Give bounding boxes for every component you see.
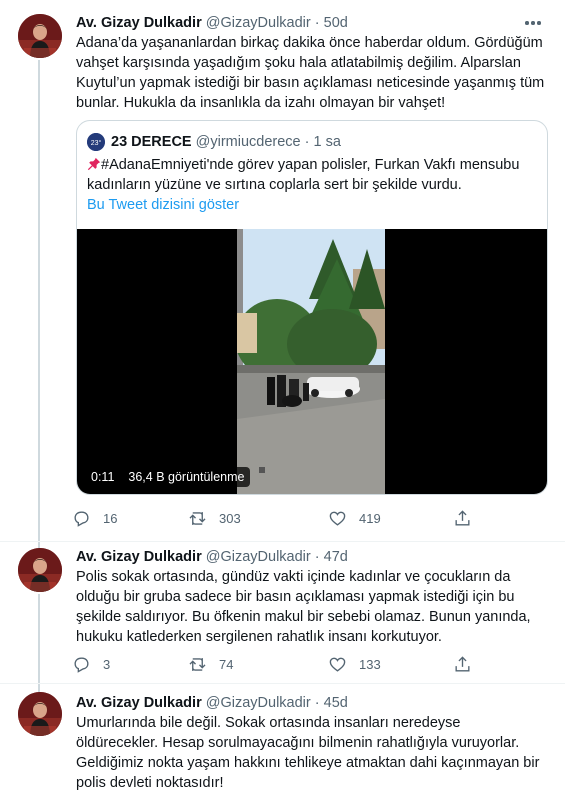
quoted-tweet[interactable]: 23° 23 DERECE @yirmiucderece · 1 sa #Ada…: [76, 120, 548, 495]
avatar[interactable]: [18, 692, 62, 736]
more-icon[interactable]: [523, 14, 543, 32]
tweet-actions: 3 74 133: [72, 654, 472, 674]
tweet-timestamp[interactable]: 45d: [324, 695, 348, 711]
retweet-button[interactable]: 74: [188, 654, 233, 674]
tweet-timestamp[interactable]: 47d: [324, 549, 348, 565]
avatar[interactable]: [18, 14, 62, 58]
reply-count: 3: [103, 656, 111, 672]
reply-icon: [74, 510, 89, 527]
quoted-author-handle: @yirmiucderece: [195, 134, 301, 150]
tweet-text: Polis sokak ortasında, gündüz vakti için…: [76, 569, 531, 645]
tweet-3[interactable]: Av. Gizay Dulkadir @GizayDulkadir · 45d …: [0, 684, 565, 798]
thread-connector-line: [38, 684, 40, 692]
like-button[interactable]: 133: [328, 654, 381, 674]
tweet-1[interactable]: Av. Gizay Dulkadir @GizayDulkadir · 50d …: [0, 0, 565, 542]
like-icon: [329, 657, 346, 672]
like-icon: [329, 511, 346, 526]
video-player[interactable]: 0:11 36,4 B görüntülenme: [77, 229, 547, 494]
video-info-badge: 0:11 36,4 B görüntülenme: [85, 467, 251, 487]
like-button[interactable]: 419: [328, 508, 381, 528]
video-thumbnail: [237, 229, 385, 494]
share-icon: [455, 509, 470, 526]
tweet-2[interactable]: Av. Gizay Dulkadir @GizayDulkadir · 47d …: [0, 542, 565, 684]
svg-text:23°: 23°: [91, 139, 102, 147]
retweet-count: 74: [219, 656, 234, 672]
share-button[interactable]: [453, 654, 472, 674]
retweet-icon: [189, 511, 206, 525]
quoted-text-row: #AdanaEmniyeti'nde görev yapan polisler,…: [87, 155, 542, 195]
thread-connector-line: [38, 594, 40, 684]
avatar[interactable]: [18, 548, 62, 592]
tweet-actions: 16 303 419: [72, 508, 472, 528]
share-icon: [455, 655, 470, 672]
tweet-text: Adana’da yaşananlardan birkaç dakika önc…: [76, 35, 545, 111]
retweet-icon: [189, 657, 206, 671]
quoted-text: #AdanaEmniyeti'nde görev yapan polisler,…: [87, 157, 520, 193]
author-handle[interactable]: @GizayDulkadir: [206, 549, 311, 565]
tweet-text: Umurlarında bile değil. Sokak ortasında …: [76, 715, 540, 791]
author-name[interactable]: Av. Gizay Dulkadir: [76, 695, 202, 711]
quoted-avatar: 23°: [87, 133, 105, 151]
reply-icon: [74, 656, 89, 673]
tweet-timestamp[interactable]: 50d: [324, 15, 348, 31]
like-count: 419: [359, 510, 381, 526]
show-thread-link[interactable]: Bu Tweet dizisini göster: [87, 197, 239, 213]
thread-connector-line: [38, 60, 40, 542]
video-duration: 0:11: [91, 470, 115, 484]
like-count: 133: [359, 656, 381, 672]
quoted-header: 23 DERECE @yirmiucderece · 1 sa: [111, 134, 341, 150]
tweet-header: Av. Gizay Dulkadir @GizayDulkadir · 47d: [76, 549, 348, 565]
author-handle[interactable]: @GizayDulkadir: [206, 695, 311, 711]
author-name[interactable]: Av. Gizay Dulkadir: [76, 15, 202, 31]
reply-count: 16: [103, 510, 118, 526]
tweet-header: Av. Gizay Dulkadir @GizayDulkadir · 50d: [76, 15, 348, 31]
reply-button[interactable]: 3: [72, 654, 110, 674]
author-handle[interactable]: @GizayDulkadir: [206, 15, 311, 31]
retweet-button[interactable]: 303: [188, 508, 241, 528]
quoted-timestamp: 1 sa: [313, 134, 341, 150]
tweet-header: Av. Gizay Dulkadir @GizayDulkadir · 45d: [76, 695, 348, 711]
author-name[interactable]: Av. Gizay Dulkadir: [76, 549, 202, 565]
reply-button[interactable]: 16: [72, 508, 117, 528]
retweet-count: 303: [219, 510, 241, 526]
pushpin-icon: [87, 157, 101, 171]
share-button[interactable]: [453, 508, 472, 528]
video-views: 36,4 B görüntülenme: [128, 470, 245, 484]
quoted-author-name: 23 DERECE: [111, 134, 192, 150]
